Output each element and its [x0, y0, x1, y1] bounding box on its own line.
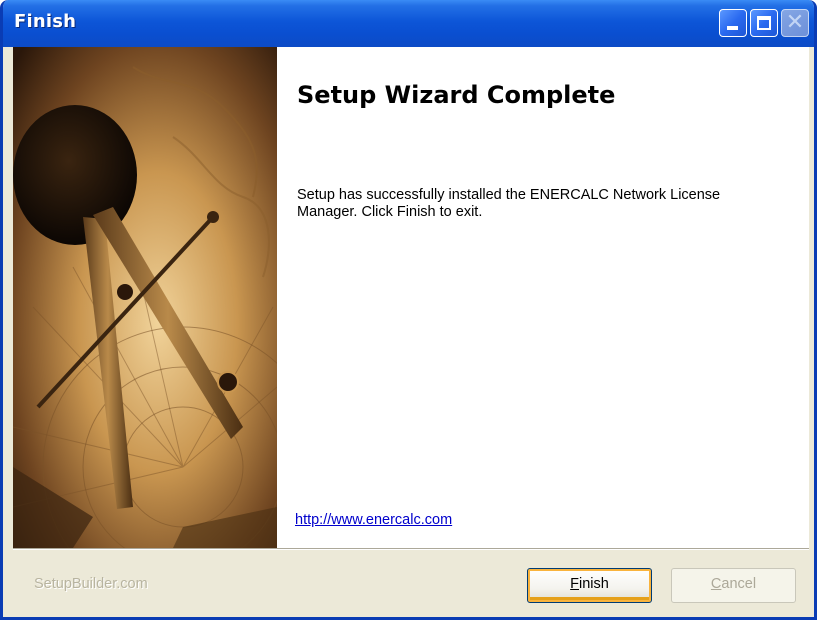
website-link[interactable]: http://www.enercalc.com [295, 512, 452, 528]
cancel-mnemonic: C [710, 576, 722, 592]
window-controls: ✕ [719, 9, 809, 37]
title-bar[interactable]: Finish ✕ [3, 0, 814, 47]
footer-divider [13, 548, 809, 550]
brand-label: SetupBuilder.com [34, 576, 148, 592]
wizard-content: Setup Wizard Complete Setup has successf… [13, 47, 809, 548]
page-title: Setup Wizard Complete [297, 81, 616, 109]
minimize-button[interactable] [719, 9, 747, 37]
close-button[interactable]: ✕ [781, 9, 809, 37]
finish-label: inish [579, 576, 609, 592]
minimize-icon [727, 26, 738, 30]
main-panel: Setup Wizard Complete Setup has successf… [277, 47, 809, 548]
compass-map-artwork [13, 47, 277, 548]
close-icon: ✕ [785, 10, 805, 35]
window-title: Finish [14, 11, 77, 32]
maximize-icon [757, 16, 771, 30]
compass-map-image [13, 47, 277, 548]
cancel-button[interactable]: Cancel [671, 568, 796, 603]
cancel-label: ancel [721, 576, 757, 592]
maximize-button[interactable] [750, 9, 778, 37]
finish-button[interactable]: Finish [527, 568, 652, 603]
finish-mnemonic: F [570, 576, 580, 592]
completion-message: Setup has successfully installed the ENE… [297, 187, 721, 220]
